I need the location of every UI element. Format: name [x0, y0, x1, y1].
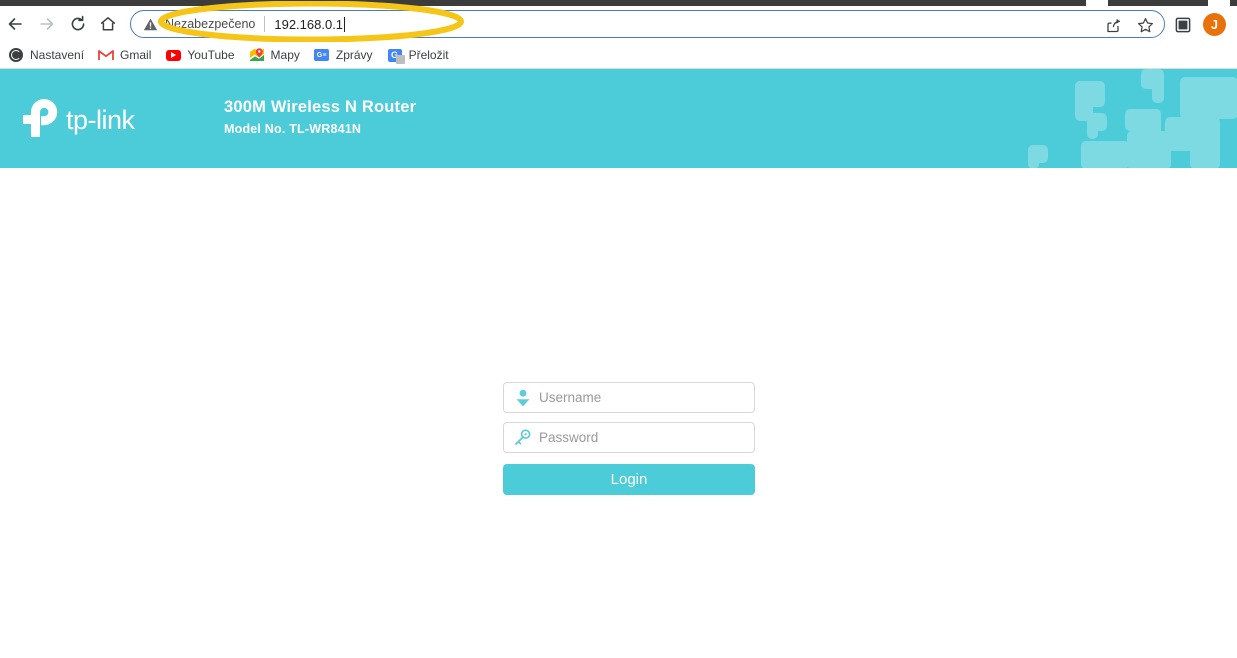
url-text: 192.168.0.1: [274, 16, 346, 32]
forward-button: [35, 12, 59, 36]
deco-shape: [1028, 145, 1039, 168]
extensions-button[interactable]: [1174, 16, 1192, 34]
router-model-title: 300M Wireless N Router: [224, 98, 417, 116]
bookmark-nastaveni[interactable]: Nastavení: [6, 44, 92, 66]
map-pin-icon: [249, 48, 264, 61]
arrow-left-icon: [8, 18, 22, 30]
not-secure-warning-icon: [143, 17, 158, 32]
bookmark-mapy[interactable]: Mapy: [247, 44, 308, 66]
bookmark-label: Nastavení: [30, 48, 85, 62]
bookmark-youtube[interactable]: YouTube: [163, 44, 242, 66]
share-icon: [1106, 18, 1120, 32]
address-bar[interactable]: Nezabezpečeno 192.168.0.1: [130, 10, 1165, 38]
home-button[interactable]: [96, 12, 120, 36]
text-caret: [344, 16, 346, 32]
google-news-icon: G≡: [314, 47, 330, 63]
tplink-logo: tp-link: [14, 95, 164, 141]
deco-shape: [1190, 117, 1220, 168]
browser-toolbar: Nezabezpečeno 192.168.0.1 J: [0, 6, 1237, 40]
bookmark-gmail[interactable]: Gmail: [96, 44, 159, 66]
deco-shape: [1127, 131, 1147, 168]
back-button[interactable]: [3, 12, 27, 36]
screenshot-root: Nezabezpečeno 192.168.0.1 J Nastavení Gm…: [0, 0, 1237, 658]
reload-icon: [71, 15, 85, 31]
share-button[interactable]: [1104, 16, 1122, 34]
warning-triangle-icon: [143, 18, 158, 30]
google-translate-icon: G: [387, 47, 405, 64]
square-panel-icon: [1175, 17, 1191, 33]
globe-icon: [8, 47, 24, 63]
bookmark-prelozit[interactable]: G Přeložit: [385, 44, 457, 66]
profile-avatar[interactable]: J: [1203, 13, 1226, 36]
bookmark-label: Mapy: [270, 48, 300, 62]
bookmark-star-button[interactable]: [1136, 16, 1154, 34]
reload-button[interactable]: [66, 12, 90, 36]
bookmarks-bar: Nastavení Gmail YouTube Mapy G≡ Zprávy G…: [0, 42, 1237, 68]
home-icon: [100, 17, 116, 31]
deco-shape: [1180, 77, 1237, 119]
key-glyph-icon: [515, 429, 531, 445]
security-status-label: Nezabezpečeno: [165, 17, 256, 31]
deco-shape: [1152, 69, 1164, 103]
star-icon: [1137, 17, 1153, 32]
gmail-m-icon: [98, 50, 114, 60]
login-form: Login: [503, 382, 755, 495]
login-button[interactable]: Login: [503, 464, 755, 495]
username-field[interactable]: [503, 382, 755, 413]
password-field[interactable]: [503, 422, 755, 453]
bookmark-label: Přeložit: [408, 48, 449, 62]
username-input[interactable]: [539, 384, 739, 411]
arrow-right-icon: [40, 18, 54, 30]
gmail-icon: [98, 47, 114, 63]
youtube-icon: [165, 47, 181, 63]
password-input[interactable]: [539, 424, 739, 451]
omnibox-separator: [264, 16, 266, 32]
maps-pin-icon: [249, 47, 265, 63]
router-model-number: Model No. TL-WR841N: [224, 122, 362, 136]
bookmark-zpravy[interactable]: G≡ Zprávy: [312, 44, 381, 66]
bookmark-label: Zprávy: [335, 48, 373, 62]
bookmark-label: Gmail: [120, 48, 152, 62]
router-header-banner: tp-link 300M Wireless N Router Model No.…: [0, 69, 1237, 168]
svg-text:tp-link: tp-link: [66, 105, 136, 135]
person-icon: [516, 389, 529, 406]
key-icon: [514, 428, 531, 447]
tplink-logo-icon: tp-link: [23, 98, 136, 137]
deco-shape: [1081, 141, 1107, 168]
user-icon: [514, 388, 531, 407]
url-value: 192.168.0.1: [274, 16, 344, 32]
deco-shape: [1087, 113, 1098, 139]
bookmark-label: YouTube: [187, 48, 235, 62]
router-page: tp-link 300M Wireless N Router Model No.…: [0, 69, 1237, 658]
